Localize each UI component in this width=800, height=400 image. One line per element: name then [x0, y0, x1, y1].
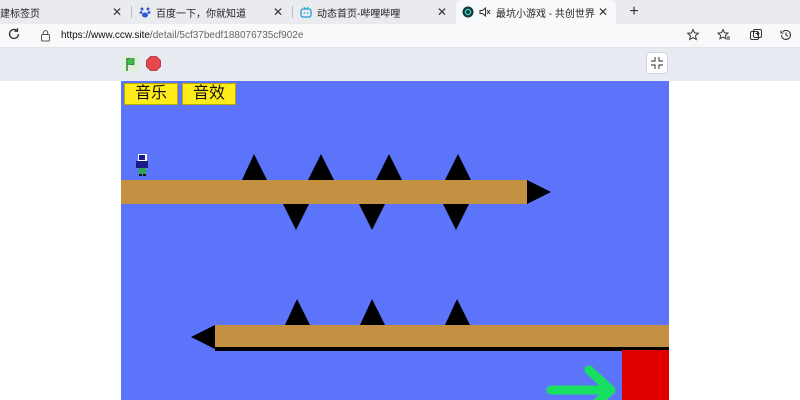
lower-platform-shadow [215, 347, 669, 351]
speaker-icon[interactable] [479, 6, 491, 18]
project-toolbar [0, 48, 800, 81]
bilibili-icon [300, 6, 312, 18]
url-field[interactable]: https://www.ccw.site/detail/5cf37bedf188… [33, 26, 705, 46]
spike-left [191, 325, 215, 349]
tab-new[interactable]: 建标签页 ✕ [0, 0, 130, 24]
green-flag-button[interactable] [122, 55, 140, 73]
tab-baidu[interactable]: 百度一下，你就知道 ✕ [133, 0, 291, 24]
green-arrow-icon [546, 365, 616, 400]
favorites-icon[interactable] [716, 28, 732, 44]
upper-platform [121, 180, 527, 204]
ccw-icon [462, 6, 474, 18]
stage-margin-right [669, 81, 800, 400]
tab-bilibili[interactable]: 动态首页-哔哩哔哩 ✕ [294, 0, 455, 24]
address-bar: https://www.ccw.site/detail/5cf37bedf188… [0, 24, 800, 48]
stop-icon [146, 56, 161, 71]
lower-platform [215, 325, 669, 349]
close-icon[interactable]: ✕ [110, 5, 124, 19]
spike-up [376, 154, 402, 180]
tab-title: 最坑小游戏 - 共创世界 [496, 8, 595, 20]
spike-down [283, 204, 309, 230]
close-icon[interactable]: ✕ [435, 5, 449, 19]
green-flag-icon [126, 57, 135, 71]
tracking-star-icon[interactable] [685, 28, 701, 44]
spike-up [308, 154, 334, 180]
game-scene [121, 154, 669, 400]
tab-separator [131, 6, 132, 18]
spike-down [443, 204, 469, 230]
spike-up [445, 154, 471, 180]
game-stage[interactable]: 音乐 音效 [121, 81, 669, 400]
tab-ccw[interactable]: 最坑小游戏 - 共创世界 ✕ [456, 0, 616, 24]
goal-block [622, 350, 669, 400]
tab-title: 动态首页-哔哩哔哩 [317, 8, 401, 20]
tab-separator [292, 6, 293, 18]
tab-strip: 建标签页 ✕ 百度一下，你就知道 ✕ 动态首页-哔哩哔哩 ✕ 最坑小游戏 - 共… [0, 0, 800, 24]
tab-title: 建标签页 [0, 8, 40, 20]
close-icon[interactable]: ✕ [271, 5, 285, 19]
spike-up [360, 299, 385, 325]
player-character [136, 154, 148, 176]
stage-margin-left [0, 81, 121, 400]
lock-icon[interactable] [40, 29, 52, 43]
spike-up [285, 299, 310, 325]
close-icon[interactable]: ✕ [596, 5, 610, 19]
refresh-icon[interactable] [6, 27, 22, 43]
spike-up [445, 299, 470, 325]
url-host: https://www.ccw.site [61, 30, 150, 41]
exit-fullscreen-button[interactable] [646, 52, 668, 74]
spike-down [359, 204, 385, 230]
stop-button[interactable] [146, 56, 161, 71]
history-icon[interactable] [778, 28, 794, 44]
tab-title: 百度一下，你就知道 [156, 8, 246, 20]
spike-right [527, 180, 551, 204]
exit-fullscreen-icon [651, 57, 663, 69]
new-tab-button[interactable]: + [625, 3, 643, 21]
url-path: /detail/5cf37bedf188076735cf902e [149, 30, 304, 41]
collections-icon[interactable] [748, 28, 764, 44]
spike-up [242, 154, 267, 180]
url-text[interactable]: https://www.ccw.site/detail/5cf37bedf188… [61, 30, 303, 41]
baidu-icon [139, 6, 151, 18]
